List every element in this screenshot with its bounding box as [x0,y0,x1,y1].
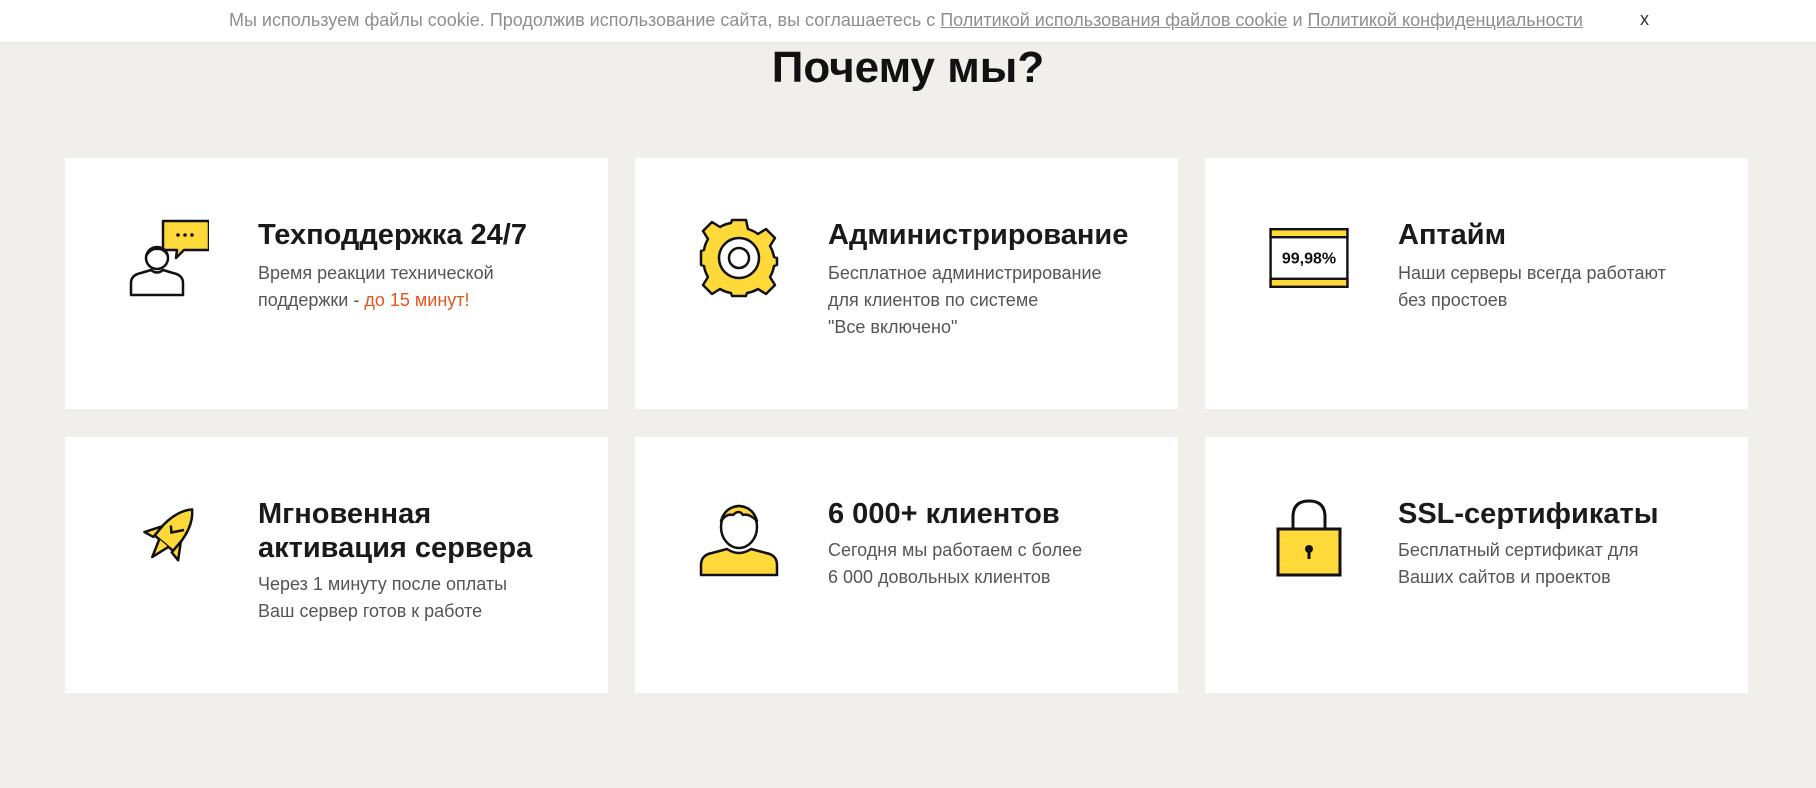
feature-content: 6 000+ клиентов Сегодня мы работаем с бо… [828,497,1158,591]
feature-title: Аптайм [1398,219,1507,251]
cookie-banner: Мы используем файлы cookie. Продолжив ис… [0,0,1816,42]
feature-title: Техподдержка 24/7 [258,219,527,251]
feature-desc-line: Через 1 минуту после оплаты [258,574,508,594]
feature-desc-line: Сегодня мы работаем с более [828,540,1083,560]
feature-description: Наши серверы всегда работают без простоев [1398,260,1728,314]
feature-title-line: Мгновенная [258,498,432,530]
gear-icon [699,218,779,298]
feature-card-support: Техподдержка 24/7 Время реакции техничес… [65,158,608,409]
feature-content: Техподдержка 24/7 Время реакции техничес… [258,218,588,314]
feature-card-admin: Администрирование Бесплатное администрир… [635,158,1178,409]
section-title: Почему мы? [771,43,1045,92]
response-time-highlight: до 15 минут! [364,290,470,310]
feature-description: Сегодня мы работаем с более 6 000 довольн… [828,537,1158,591]
feature-desc-line: Ваших сайтов и проектов [1398,567,1611,587]
support-chat-icon [129,218,209,298]
feature-desc-line: для клиентов по системе [828,290,1039,310]
cookie-policy-link[interactable]: Политикой использования файлов cookie [940,10,1287,30]
feature-title: Мгновенная активация сервера [258,497,588,565]
feature-desc-line: поддержки - [258,290,365,310]
uptime-badge-icon: 99,98% [1269,218,1349,298]
feature-desc-line: Время реакции технической [258,263,494,283]
privacy-policy-link[interactable]: Политикой конфиденциальности [1308,10,1583,30]
feature-title: Администрирование [828,219,1129,251]
feature-title-line: активация сервера [258,532,533,564]
feature-card-clients: 6 000+ клиентов Сегодня мы работаем с бо… [635,437,1178,693]
feature-card-uptime: 99,98% Аптайм Наши серверы всегда работа… [1205,158,1748,409]
user-icon [699,497,779,577]
cookie-text: Мы используем файлы cookie. Продолжив ис… [229,10,941,30]
feature-desc-line: Бесплатное администрирование [828,263,1102,283]
feature-description: Бесплатное администрирование для клиентов… [828,260,1158,341]
cookie-message: Мы используем файлы cookie. Продолжив ис… [229,10,1583,30]
features-grid: Техподдержка 24/7 Время реакции техничес… [65,158,1749,693]
feature-card-activation: Мгновенная активация сервера Через 1 мину… [65,437,608,693]
feature-content: SSL-сертификаты Бесплатный сертификат дл… [1398,497,1728,591]
uptime-value: 99,98% [1282,251,1336,268]
feature-desc-line: Наши серверы всегда работают [1398,263,1666,283]
feature-desc-line: Бесплатный сертификат для [1398,540,1639,560]
feature-card-ssl: SSL-сертификаты Бесплатный сертификат дл… [1205,437,1748,693]
feature-title: 6 000+ клиентов [828,498,1060,530]
cookie-close-button[interactable]: x [1640,9,1649,29]
feature-desc-line: без простоев [1398,290,1508,310]
lock-icon [1269,497,1349,577]
feature-desc-line: 6 000 довольных клиентов [828,567,1051,587]
feature-title: SSL-сертификаты [1398,498,1659,530]
feature-content: Администрирование Бесплатное администрир… [828,218,1158,341]
feature-content: Мгновенная активация сервера Через 1 мину… [258,497,588,625]
feature-description: Через 1 минуту после оплаты Ваш сервер го… [258,571,588,625]
rocket-icon [129,497,209,577]
feature-description: Время реакции технической поддержки - до … [258,260,588,314]
feature-description: Бесплатный сертификат для Ваших сайтов и … [1398,537,1728,591]
feature-content: Аптайм Наши серверы всегда работают без п… [1398,218,1728,314]
feature-desc-line: "Все включено" [828,317,958,337]
cookie-text-and: и [1287,10,1308,30]
feature-desc-line: Ваш сервер готов к работе [258,601,483,621]
